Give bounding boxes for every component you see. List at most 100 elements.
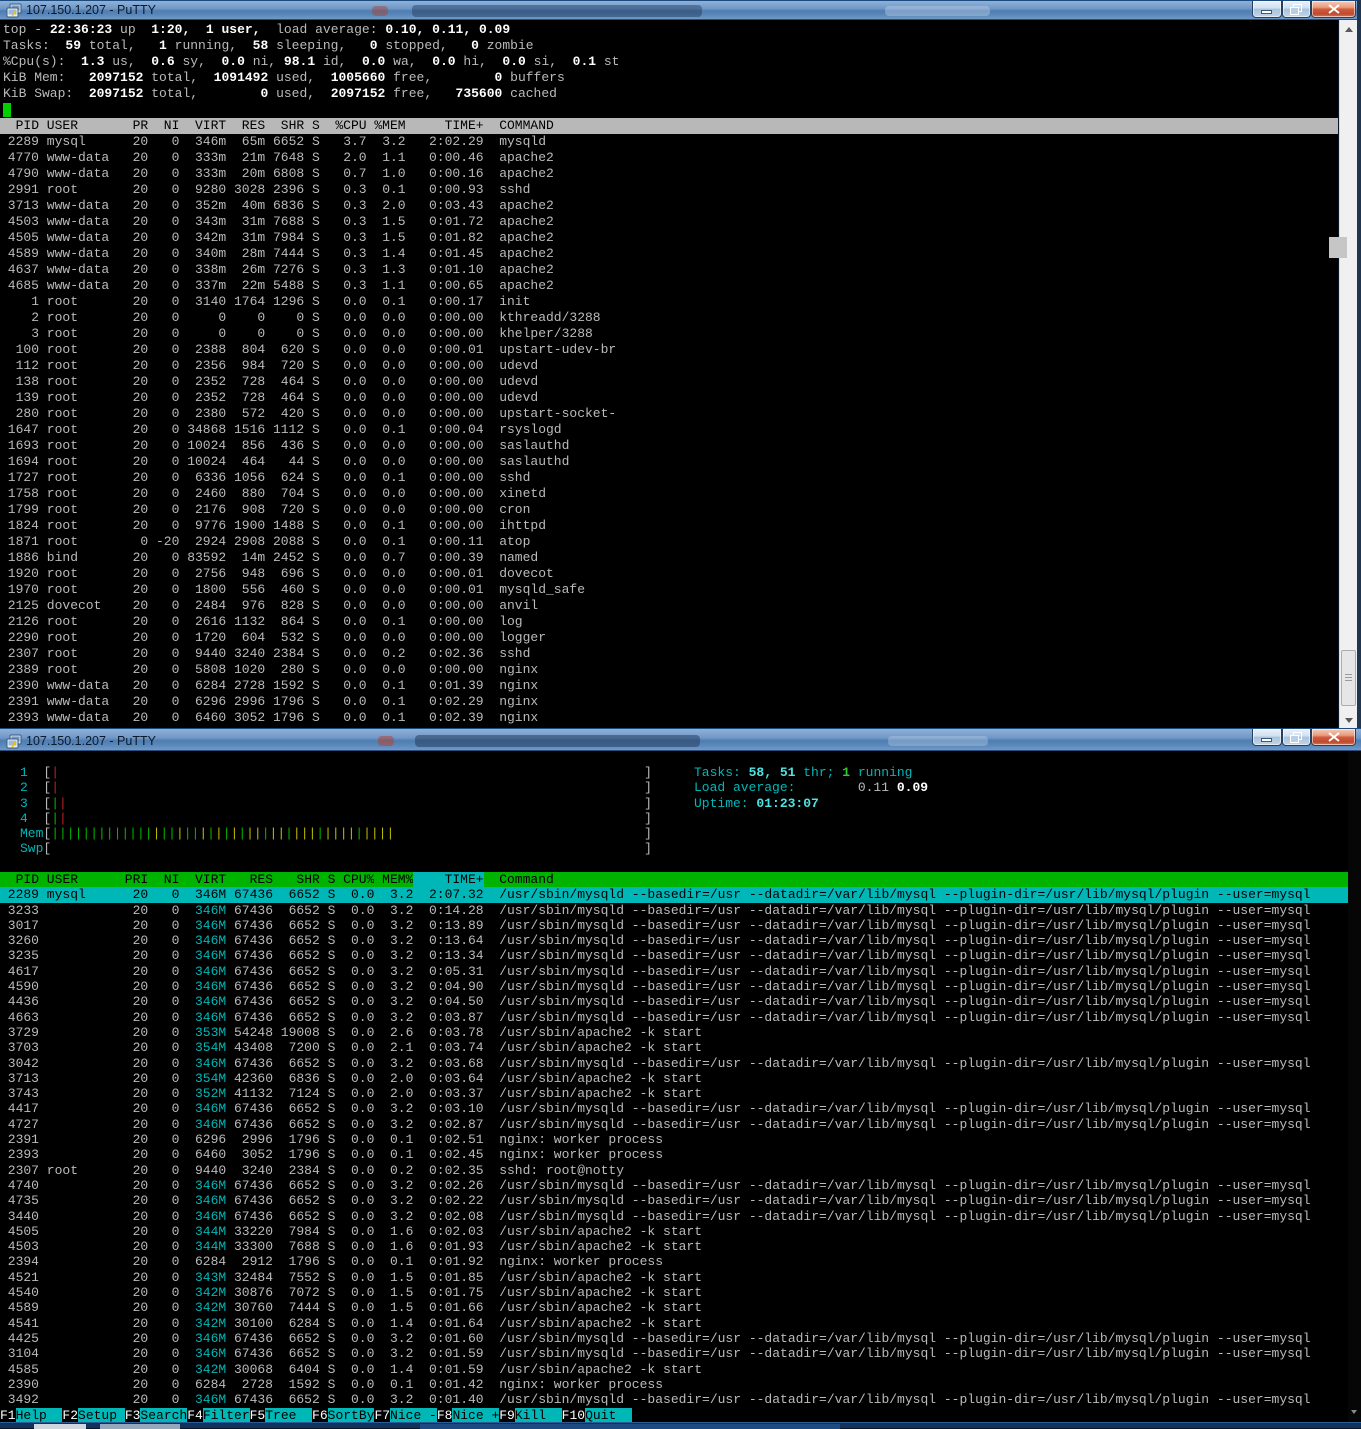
- cell-virt: 346M: [179, 1056, 226, 1071]
- process-row[interactable]: 2390 20 0 6284 2728 1592 S 0.0 0.1 0:01.…: [0, 1377, 1348, 1392]
- process-row[interactable]: 4589 20 0 342M 30760 7444 S 0.0 1.5 0:01…: [0, 1300, 1348, 1315]
- cell-mem: 0.0: [367, 566, 406, 582]
- cell-pid: 4505: [0, 1224, 39, 1239]
- scrollbar[interactable]: [1339, 20, 1357, 728]
- process-row[interactable]: 3440 20 0 346M 67436 6652 S 0.0 3.2 0:02…: [0, 1209, 1348, 1224]
- cell-virt: 346M: [179, 1193, 226, 1208]
- process-row[interactable]: 4436 20 0 346M 67436 6652 S 0.0 3.2 0:04…: [0, 994, 1348, 1009]
- cell-ni: 0: [148, 710, 179, 726]
- cell-virt: 346M: [179, 948, 226, 963]
- cell-command: ihttpd: [499, 518, 1338, 534]
- cell-time: 0:13.89: [413, 918, 483, 933]
- cell-res: 30068: [226, 1362, 273, 1377]
- scrollbar-thumb[interactable]: [1341, 650, 1356, 706]
- restore-button[interactable]: [1282, 729, 1311, 746]
- column-header-mem[interactable]: MEM%: [374, 872, 413, 887]
- process-row[interactable]: 3235 20 0 346M 67436 6652 S 0.0 3.2 0:13…: [0, 948, 1348, 963]
- cell-pid: 2390: [0, 678, 39, 694]
- column-header-user[interactable]: USER: [47, 872, 117, 887]
- process-row[interactable]: 3492 20 0 346M 67436 6652 S 0.0 3.2 0:01…: [0, 1392, 1348, 1407]
- process-row[interactable]: 3743 20 0 352M 41132 7124 S 0.0 2.0 0:03…: [0, 1086, 1348, 1101]
- process-row[interactable]: 4590 20 0 346M 67436 6652 S 0.0 3.2 0:04…: [0, 979, 1348, 994]
- cell-pr: 0: [117, 534, 148, 550]
- scroll-up-button[interactable]: [1340, 21, 1357, 37]
- process-row[interactable]: 4735 20 0 346M 67436 6652 S 0.0 3.2 0:02…: [0, 1193, 1348, 1208]
- process-row[interactable]: 4663 20 0 346M 67436 6652 S 0.0 3.2 0:03…: [0, 1010, 1348, 1025]
- process-row[interactable]: 2307 root 20 0 9440 3240 2384 S 0.0 0.2 …: [0, 1163, 1348, 1178]
- column-header-res[interactable]: RES: [226, 872, 273, 887]
- process-row: 2126 root 20 0 2616 1132 864 S 0.0 0.1 0…: [0, 614, 1338, 630]
- background-window-blur: [378, 736, 394, 746]
- cell-ni: 0: [148, 1163, 179, 1178]
- cell-pid: 1: [0, 294, 39, 310]
- cell-user: www-data: [47, 278, 117, 294]
- cell-state: S: [304, 534, 320, 550]
- column-header-time: TIME+: [406, 118, 484, 134]
- column-header-shr[interactable]: SHR: [273, 872, 320, 887]
- minimize-button[interactable]: [1252, 729, 1282, 746]
- cell-ni: 0: [148, 1362, 179, 1377]
- column-header-command[interactable]: Command: [499, 872, 1348, 887]
- process-row[interactable]: 3713 20 0 354M 42360 6836 S 0.0 2.0 0:03…: [0, 1071, 1348, 1086]
- process-row[interactable]: 4740 20 0 346M 67436 6652 S 0.0 3.2 0:02…: [0, 1178, 1348, 1193]
- restore-button[interactable]: [1282, 1, 1311, 18]
- cell-ni: 0: [148, 550, 179, 566]
- process-row[interactable]: 3233 20 0 346M 67436 6652 S 0.0 3.2 0:14…: [0, 903, 1348, 918]
- cell-virt: 1800: [179, 582, 226, 598]
- cell-virt: 2616: [179, 614, 226, 630]
- close-button[interactable]: [1311, 729, 1356, 746]
- scroll-down-button[interactable]: [1340, 712, 1357, 728]
- process-row[interactable]: 3104 20 0 346M 67436 6652 S 0.0 3.2 0:01…: [0, 1346, 1348, 1361]
- process-row[interactable]: 4540 20 0 342M 30876 7072 S 0.0 1.5 0:01…: [0, 1285, 1348, 1300]
- process-row: 1886 bind 20 0 83592 14m 2452 S 0.0 0.7 …: [0, 550, 1338, 566]
- column-header-time-sorted[interactable]: TIME+: [413, 872, 483, 887]
- cell-user: [47, 1285, 117, 1300]
- summary-segment: 1.3: [81, 54, 112, 69]
- process-row[interactable]: 4727 20 0 346M 67436 6652 S 0.0 3.2 0:02…: [0, 1117, 1348, 1132]
- process-row[interactable]: 4521 20 0 343M 32484 7552 S 0.0 1.5 0:01…: [0, 1270, 1348, 1285]
- summary-segment: [198, 22, 206, 37]
- column-header-cpu[interactable]: CPU%: [335, 872, 374, 887]
- process-row[interactable]: 3703 20 0 354M 43408 7200 S 0.0 2.1 0:03…: [0, 1040, 1348, 1055]
- process-row[interactable]: 3729 20 0 353M 54248 19008 S 0.0 2.6 0:0…: [0, 1025, 1348, 1040]
- process-row[interactable]: 4617 20 0 346M 67436 6652 S 0.0 3.2 0:05…: [0, 964, 1348, 979]
- minimize-button[interactable]: [1252, 1, 1282, 18]
- cell-shr: 6652: [273, 1178, 320, 1193]
- process-row[interactable]: 3042 20 0 346M 67436 6652 S 0.0 3.2 0:03…: [0, 1056, 1348, 1071]
- process-row[interactable]: 2391 20 0 6296 2996 1796 S 0.0 0.1 0:02.…: [0, 1132, 1348, 1147]
- column-header-pri[interactable]: PRI: [117, 872, 148, 887]
- title-bar[interactable]: 107.150.1.207 - PuTTY: [0, 0, 1361, 20]
- process-row[interactable]: 4505 20 0 344M 33220 7984 S 0.0 1.6 0:02…: [0, 1224, 1348, 1239]
- process-row[interactable]: 2289 mysql 20 0 346M 67436 6652 S 0.0 3.…: [0, 887, 1348, 902]
- cell-pid: 1758: [0, 486, 39, 502]
- column-header-virt[interactable]: VIRT: [179, 872, 226, 887]
- cell-state: S: [320, 1163, 336, 1178]
- cell-cpu: 0.0: [320, 710, 367, 726]
- cell-pri: 20: [117, 1331, 148, 1346]
- cell-user: root: [47, 518, 117, 534]
- cell-time: 0:01.72: [406, 214, 484, 230]
- process-row[interactable]: 4503 20 0 344M 33300 7688 S 0.0 1.6 0:01…: [0, 1239, 1348, 1254]
- process-row[interactable]: 3260 20 0 346M 67436 6652 S 0.0 3.2 0:13…: [0, 933, 1348, 948]
- process-row[interactable]: 4417 20 0 346M 67436 6652 S 0.0 3.2 0:03…: [0, 1101, 1348, 1116]
- title-bar[interactable]: 107.150.1.207 - PuTTY: [0, 728, 1361, 751]
- process-row[interactable]: 2394 20 0 6284 2912 1796 S 0.0 0.1 0:01.…: [0, 1254, 1348, 1269]
- column-header-pid[interactable]: PID: [0, 872, 39, 887]
- process-row[interactable]: 3017 20 0 346M 67436 6652 S 0.0 3.2 0:13…: [0, 918, 1348, 933]
- cell-command: nginx: worker process: [499, 1377, 1348, 1392]
- cell-command: rsyslogd: [499, 422, 1338, 438]
- cell-ni: -20: [148, 534, 179, 550]
- close-button[interactable]: [1311, 1, 1356, 18]
- cell-cpu: 0.0: [320, 326, 367, 342]
- cell-state: S: [304, 710, 320, 726]
- column-header-ni[interactable]: NI: [148, 872, 179, 887]
- process-row[interactable]: 4585 20 0 342M 30068 6404 S 0.0 1.4 0:01…: [0, 1362, 1348, 1377]
- column-header-state[interactable]: S: [320, 872, 336, 887]
- cell-state: S: [320, 933, 336, 948]
- cell-ni: 0: [148, 230, 179, 246]
- cell-res: 33220: [226, 1224, 273, 1239]
- process-row[interactable]: 2393 20 0 6460 3052 1796 S 0.0 0.1 0:02.…: [0, 1147, 1348, 1162]
- process-row[interactable]: 4541 20 0 342M 30100 6284 S 0.0 1.4 0:01…: [0, 1316, 1348, 1331]
- process-row[interactable]: 4425 20 0 346M 67436 6652 S 0.0 3.2 0:01…: [0, 1331, 1348, 1346]
- cell-time: 0:00.00: [406, 438, 484, 454]
